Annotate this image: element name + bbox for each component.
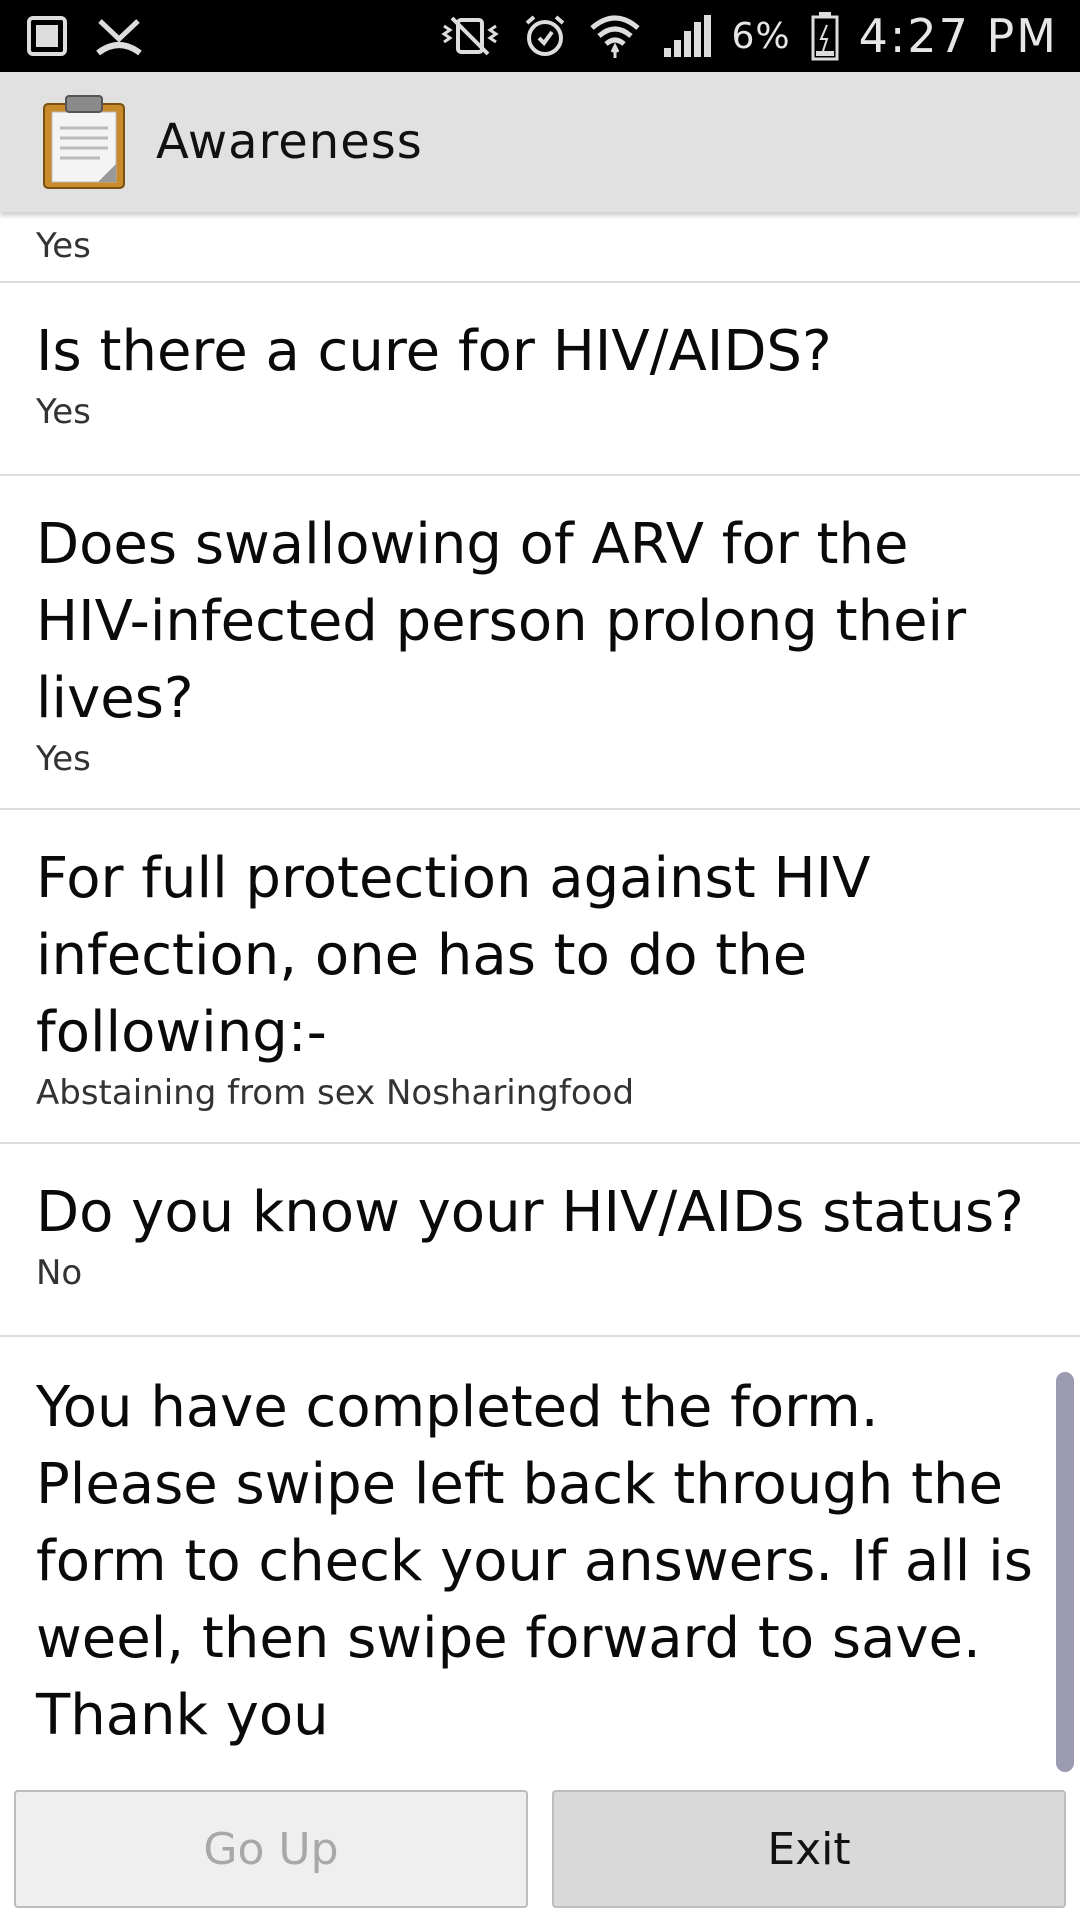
answer-text: Yes	[36, 392, 91, 432]
exit-button[interactable]: Exit	[552, 1790, 1066, 1908]
question-text: For full protection against HIV infectio…	[36, 846, 871, 1065]
battery-percent: 6%	[731, 15, 791, 57]
list-item[interactable]: For full protection against HIV infectio…	[0, 810, 1080, 1144]
go-up-button[interactable]: Go Up	[14, 1790, 528, 1908]
list-item[interactable]: Do you know your HIV/AIDs status? No	[0, 1144, 1080, 1337]
answer-text: Yes	[36, 226, 91, 266]
scrollbar[interactable]	[1056, 1372, 1074, 1772]
answer-text: Yes	[36, 739, 91, 779]
missed-call-icon	[94, 13, 144, 59]
list-item[interactable]: Does swallowing of ARV for the HIV-infec…	[0, 476, 1080, 810]
action-bar: Awareness	[0, 72, 1080, 212]
list-item[interactable]: Yes	[0, 212, 1080, 283]
battery-icon	[811, 11, 839, 61]
completion-message: You have completed the form. Please swip…	[36, 1375, 1033, 1748]
signal-icon	[662, 14, 712, 58]
status-bar: 6% 4:27 PM	[0, 0, 1080, 72]
clipboard-icon	[40, 94, 130, 190]
answer-text: No	[36, 1253, 83, 1293]
status-left	[26, 13, 144, 59]
form-hierarchy-list[interactable]: Yes Is there a cure for HIV/AIDS? Yes Do…	[0, 212, 1080, 1782]
vibrate-icon	[438, 14, 502, 58]
question-text: Do you know your HIV/AIDs status?	[36, 1180, 1024, 1245]
page-title: Awareness	[156, 114, 423, 170]
list-item[interactable]: Is there a cure for HIV/AIDS? Yes	[0, 283, 1080, 476]
completion-item[interactable]: You have completed the form. Please swip…	[0, 1337, 1080, 1782]
alarm-icon	[522, 13, 568, 59]
picture-icon	[26, 15, 68, 57]
wifi-icon	[588, 12, 642, 60]
question-text: Does swallowing of ARV for the HIV-infec…	[36, 512, 967, 731]
question-text: Is there a cure for HIV/AIDS?	[36, 319, 832, 384]
answer-text: Abstaining from sex Nosharingfood	[36, 1073, 635, 1113]
status-right: 6% 4:27 PM	[438, 9, 1058, 63]
clock: 4:27 PM	[858, 9, 1058, 63]
